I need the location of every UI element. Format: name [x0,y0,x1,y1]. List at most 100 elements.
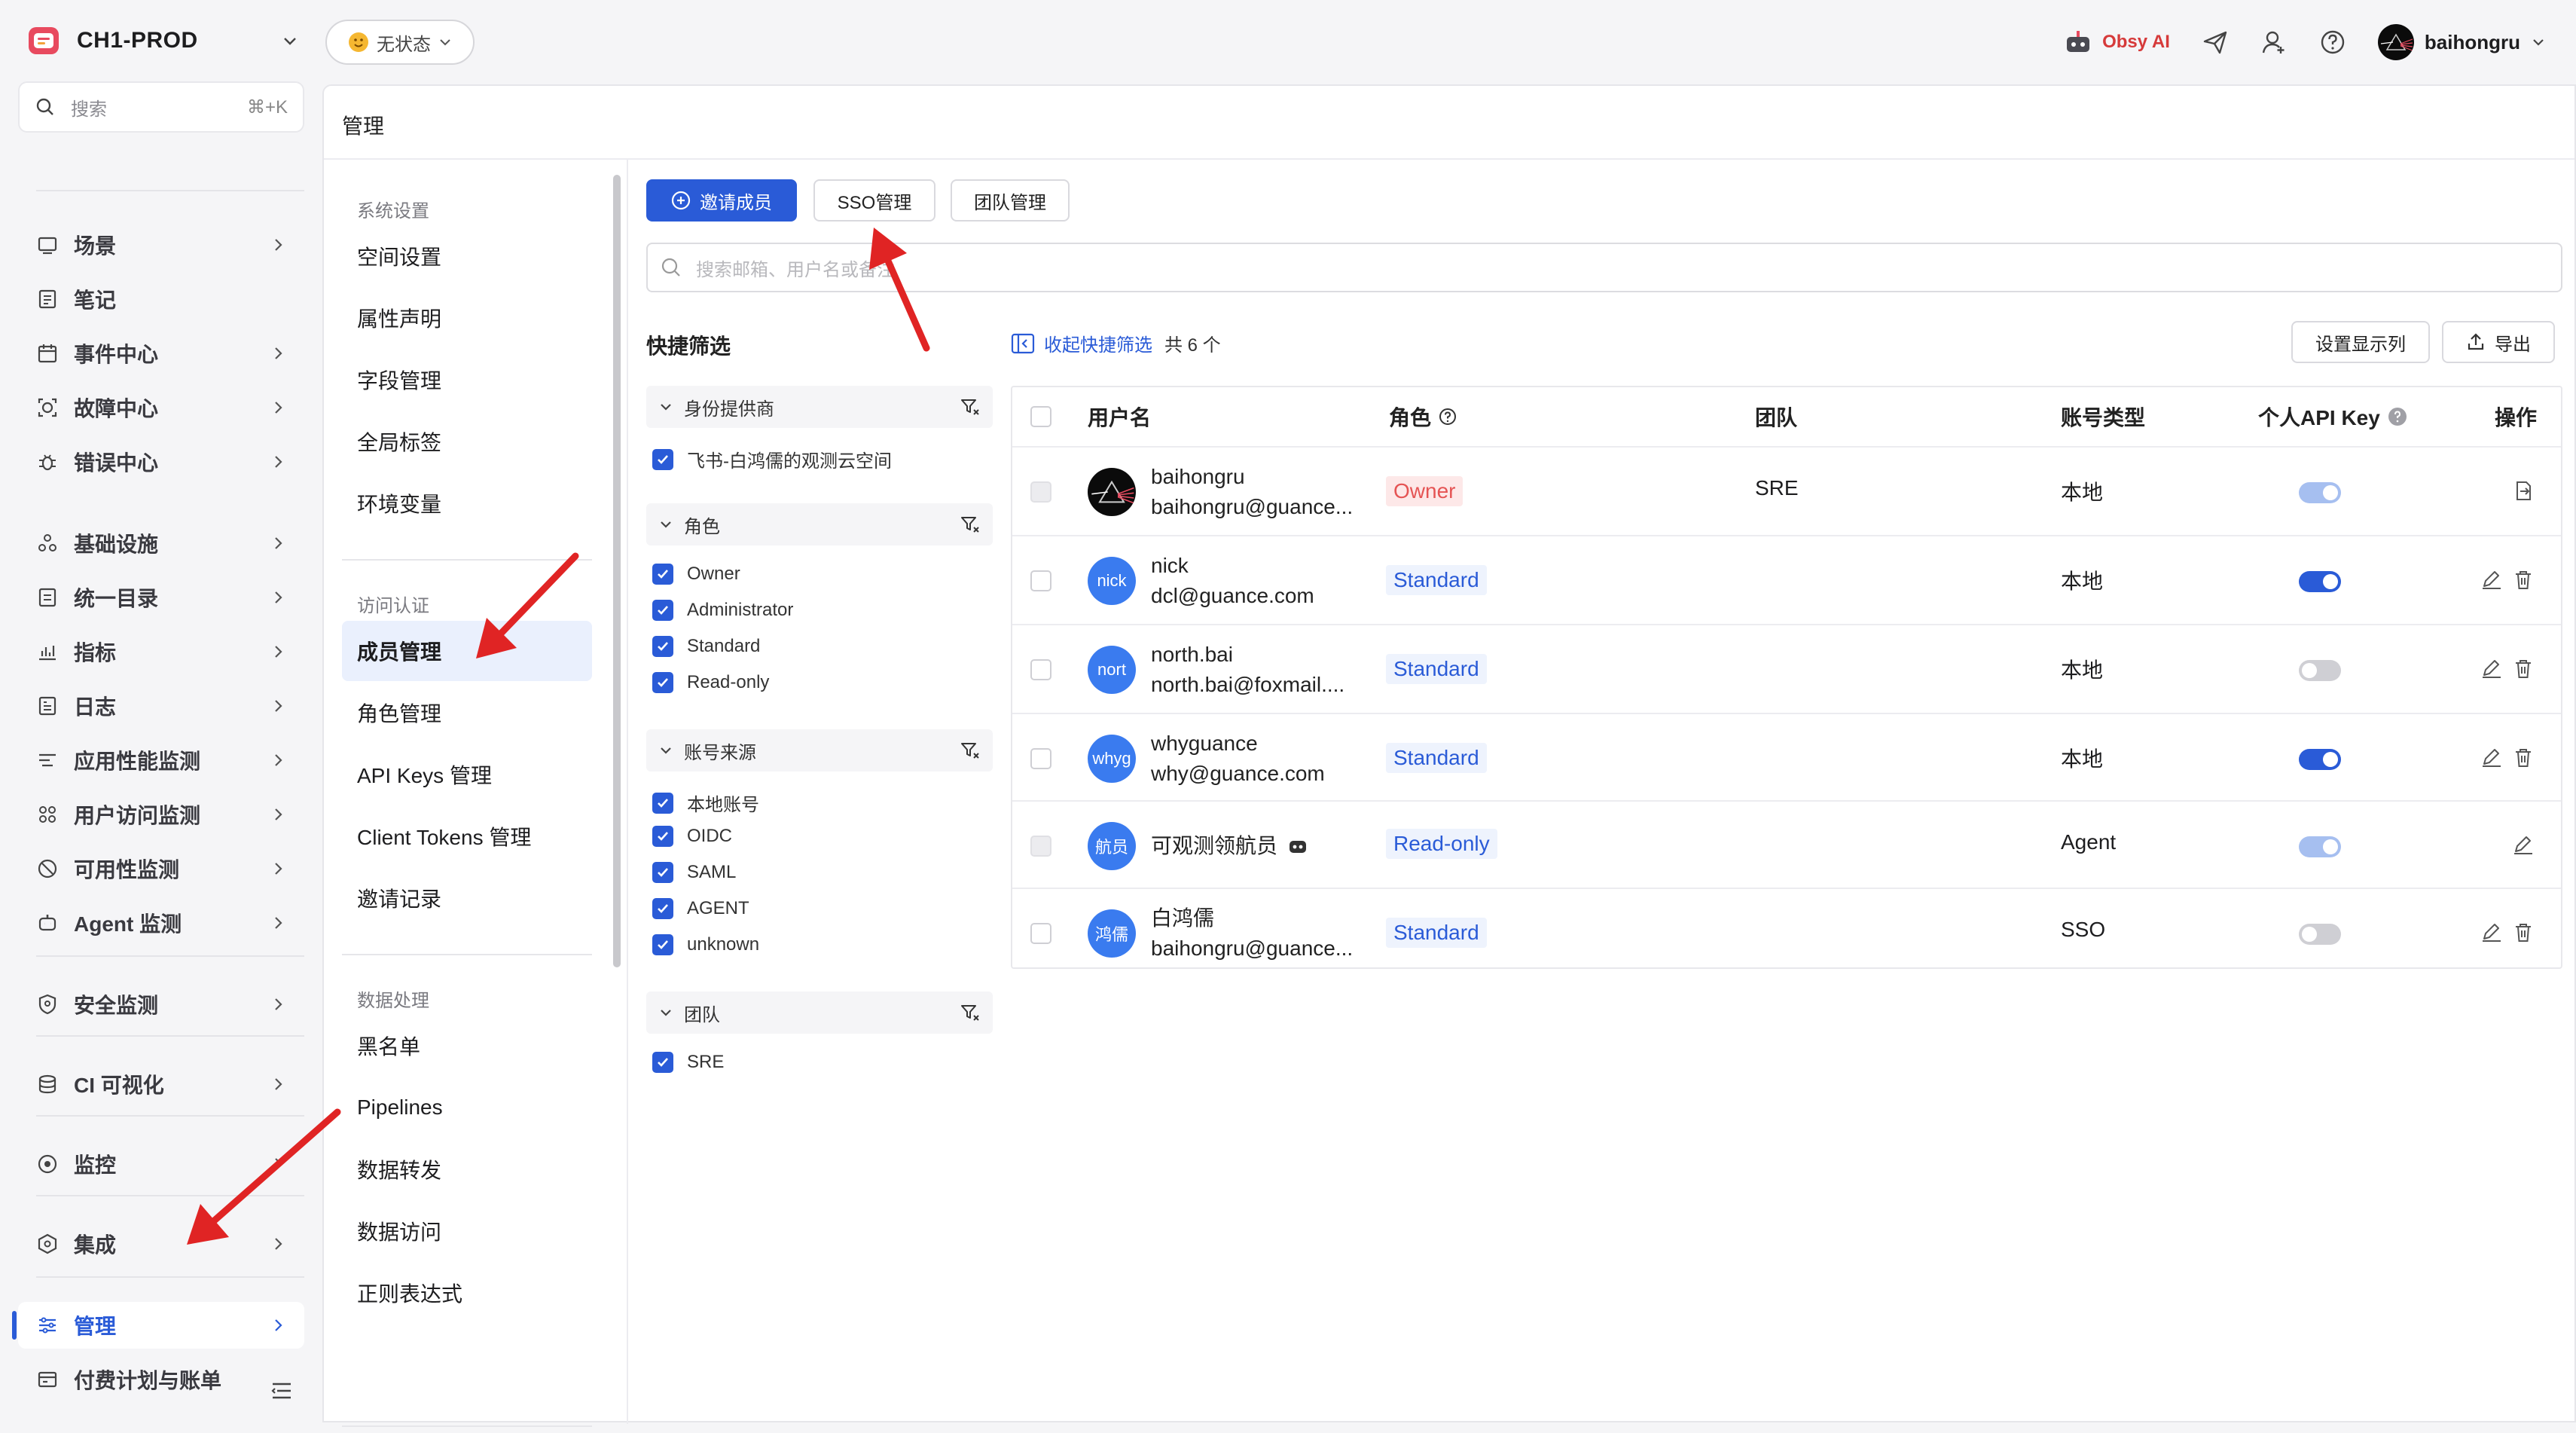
submenu-item[interactable]: 全局标签 [342,411,592,472]
api-key-toggle[interactable] [2299,660,2341,681]
filter-option[interactable]: Administrator [652,600,793,621]
help-icon[interactable] [1439,408,1457,426]
row-select-cell[interactable] [1030,570,1051,591]
filter-option[interactable]: OIDC [652,826,732,847]
workspace-switcher[interactable]: CH1-PROD [27,24,298,57]
table-row[interactable]: nick nick dcl@guance.com Standard 本地 [1012,535,2561,624]
nav-item-dialtest[interactable]: 可用性监测 [18,845,304,892]
display-columns-button[interactable]: 设置显示列 [2291,321,2430,363]
filter-group-header[interactable]: 团队 [646,991,993,1034]
nav-item-apm[interactable]: 应用性能监测 [18,737,304,784]
table-row[interactable]: nort north.bai north.bai@foxmail.... Standa… [1012,624,2561,713]
nav-item-catalog[interactable]: 统一目录 [18,574,304,621]
edit-icon[interactable] [2511,833,2535,857]
member-search-input[interactable]: 搜索邮箱、用户名或备注 [646,243,2562,292]
team-management-button[interactable]: 团队管理 [951,179,1070,222]
global-search[interactable]: 搜索 ⌘+K [18,81,304,133]
export-button[interactable]: 导出 [2442,321,2555,363]
nav-item-bug[interactable]: 错误中心 [18,438,304,485]
api-key-toggle[interactable] [2299,749,2341,770]
checkbox-checked[interactable] [652,934,673,955]
invite-member-button[interactable]: 邀请成员 [646,179,797,222]
nav-item-agent[interactable]: Agent 监测 [18,900,304,946]
submenu-item[interactable]: 空间设置 [342,226,592,286]
api-key-toggle[interactable] [2299,924,2341,945]
checkbox-checked[interactable] [652,448,673,470]
filter-option[interactable]: Standard [652,636,760,657]
checkbox-checked[interactable] [652,898,673,919]
collapse-quick-filter-link[interactable]: 收起快捷筛选 [1011,330,1152,356]
api-key-toggle[interactable] [2299,571,2341,592]
edit-icon[interactable] [2480,746,2504,770]
row-checkbox[interactable] [1030,923,1051,944]
table-row[interactable]: whyg whyguance why@guance.com Standard 本地 [1012,713,2561,802]
checkbox-checked[interactable] [652,1052,673,1073]
transfer-owner-icon[interactable] [2511,479,2535,503]
filter-option[interactable]: Read-only [652,672,769,693]
nav-item-scene[interactable]: 场景 [18,222,304,268]
help-filled-icon[interactable] [2388,407,2407,426]
submenu-scrollbar[interactable] [613,175,621,967]
table-row[interactable]: 鸿儒 白鸿儒 baihongru@guance... Standard SSO [1012,888,2561,976]
filter-option[interactable]: SAML [652,862,736,883]
send-icon[interactable] [2202,29,2229,56]
status-selector[interactable]: 无状态 [325,20,475,65]
nav-item-integration[interactable]: 集成 [18,1221,304,1267]
nav-item-metrics[interactable]: 指标 [18,628,304,675]
select-all-cell[interactable] [1030,387,1051,446]
submenu-item[interactable]: 环境变量 [342,473,592,533]
nav-item-billing[interactable]: 付费计划与账单 [18,1356,304,1403]
delete-icon[interactable] [2511,657,2535,681]
help-icon[interactable] [2319,29,2346,56]
submenu-item[interactable]: 成员管理 [342,621,592,681]
submenu-item[interactable]: 正则表达式 [342,1263,592,1323]
checkbox-checked[interactable] [652,600,673,621]
nav-item-incident[interactable]: 故障中心 [18,384,304,431]
submenu-item[interactable]: 黑名单 [342,1016,592,1076]
checkbox-checked[interactable] [652,862,673,883]
row-select-cell[interactable] [1030,659,1051,680]
filter-option[interactable]: 飞书-白鸿儒的观测云空间 [652,446,892,472]
filter-group-header[interactable]: 账号来源 [646,729,993,771]
select-all-checkbox[interactable] [1030,406,1051,427]
row-select-cell[interactable] [1030,923,1051,944]
edit-icon[interactable] [2480,921,2504,945]
nav-item-shield[interactable]: 安全监测 [18,981,304,1028]
filter-option[interactable]: 本地账号 [652,790,759,816]
filter-group-header[interactable]: 角色 [646,503,993,545]
row-select-cell[interactable] [1030,481,1051,503]
delete-icon[interactable] [2511,568,2535,592]
checkbox-checked[interactable] [652,792,673,814]
submenu-item[interactable]: 数据访问 [342,1201,592,1261]
submenu-item[interactable]: 数据转发 [342,1139,592,1199]
submenu-item[interactable]: 角色管理 [342,683,592,743]
checkbox-checked[interactable] [652,564,673,585]
submenu-item[interactable]: 邀请记录 [342,868,592,928]
sso-management-button[interactable]: SSO管理 [813,179,935,222]
delete-icon[interactable] [2511,921,2535,945]
checkbox-checked[interactable] [652,636,673,657]
submenu-item[interactable]: Pipelines [342,1077,592,1138]
submenu-item[interactable]: API Keys 管理 [342,744,592,805]
nav-item-ci[interactable]: CI 可视化 [18,1061,304,1108]
nav-item-event[interactable]: 事件中心 [18,330,304,377]
nav-item-log[interactable]: 日志 [18,683,304,729]
delete-icon[interactable] [2511,746,2535,770]
submenu-item[interactable]: Client Tokens 管理 [342,806,592,866]
filter-option[interactable]: Owner [652,564,740,585]
user-menu[interactable]: baihongru [2377,24,2546,60]
table-row[interactable]: 航员 可观测领航员 Read-only Agent [1012,800,2561,888]
filter-group-header[interactable]: 身份提供商 [646,386,993,428]
nav-item-monitor[interactable]: 监控 [18,1141,304,1187]
nav-item-note[interactable]: 笔记 [18,276,304,322]
filter-option[interactable]: AGENT [652,898,749,919]
nav-item-settings[interactable]: 管理 [12,1302,304,1349]
filter-option[interactable]: unknown [652,934,759,955]
row-checkbox[interactable] [1030,748,1051,769]
row-checkbox[interactable] [1030,659,1051,680]
checkbox-checked[interactable] [652,672,673,693]
clear-filter-icon[interactable] [960,740,981,761]
row-select-cell[interactable] [1030,836,1051,857]
nav-item-rum[interactable]: 用户访问监测 [18,791,304,838]
edit-icon[interactable] [2480,568,2504,592]
